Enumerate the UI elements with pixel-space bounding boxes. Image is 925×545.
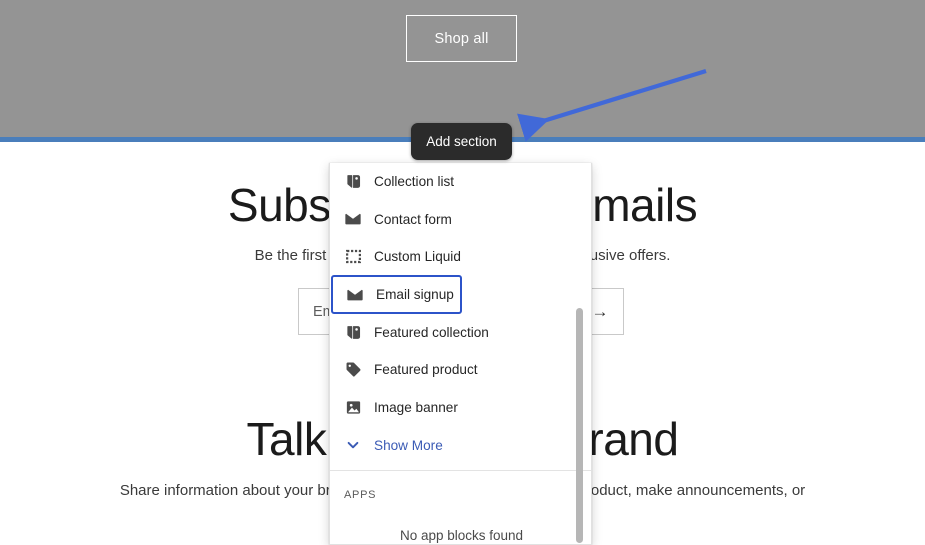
menu-item-image-banner[interactable]: Image banner — [330, 389, 591, 427]
apps-empty-message: No app blocks found — [399, 528, 524, 544]
shop-all-label: Shop all — [434, 30, 489, 47]
envelope-icon — [342, 208, 364, 230]
panel-scrollbar-thumb[interactable] — [576, 308, 583, 543]
add-section-panel-list: Collection list Contact form Custom Liqu… — [330, 163, 591, 544]
menu-item-contact-form[interactable]: Contact form — [330, 201, 591, 239]
menu-item-label: Collection list — [374, 174, 455, 190]
screen: Shop all Subscribe to our emails Be the … — [0, 0, 925, 545]
add-section-panel: Collection list Contact form Custom Liqu… — [329, 163, 592, 545]
show-more-button[interactable]: Show More — [330, 426, 591, 464]
menu-item-featured-product[interactable]: Featured product — [330, 351, 591, 389]
show-more-label: Show More — [374, 437, 443, 453]
menu-item-label: Image banner — [374, 399, 458, 415]
menu-item-custom-liquid[interactable]: Custom Liquid — [330, 238, 591, 276]
add-section-button[interactable]: Add section — [411, 123, 512, 160]
shop-all-button[interactable]: Shop all — [406, 15, 517, 62]
chevron-down-icon — [342, 438, 364, 452]
menu-item-label: Custom Liquid — [374, 249, 461, 265]
apps-section-header: APPS — [344, 489, 377, 502]
add-section-label: Add section — [426, 134, 497, 149]
menu-item-email-signup[interactable]: Email signup — [331, 274, 462, 315]
panel-scrollbar-track[interactable] — [576, 163, 587, 544]
dashed-square-icon — [342, 246, 364, 268]
envelope-icon — [344, 284, 366, 306]
price-tag-icon — [342, 321, 364, 343]
menu-item-label: Featured collection — [374, 324, 489, 340]
tag-solid-icon — [342, 359, 364, 381]
menu-item-label: Email signup — [376, 287, 454, 303]
menu-item-label: Featured product — [374, 362, 478, 378]
menu-item-label: Contact form — [374, 211, 452, 227]
price-tag-icon — [342, 171, 364, 193]
menu-item-collection-list[interactable]: Collection list — [330, 163, 591, 201]
image-icon — [342, 396, 364, 418]
menu-item-featured-collection[interactable]: Featured collection — [330, 313, 591, 351]
